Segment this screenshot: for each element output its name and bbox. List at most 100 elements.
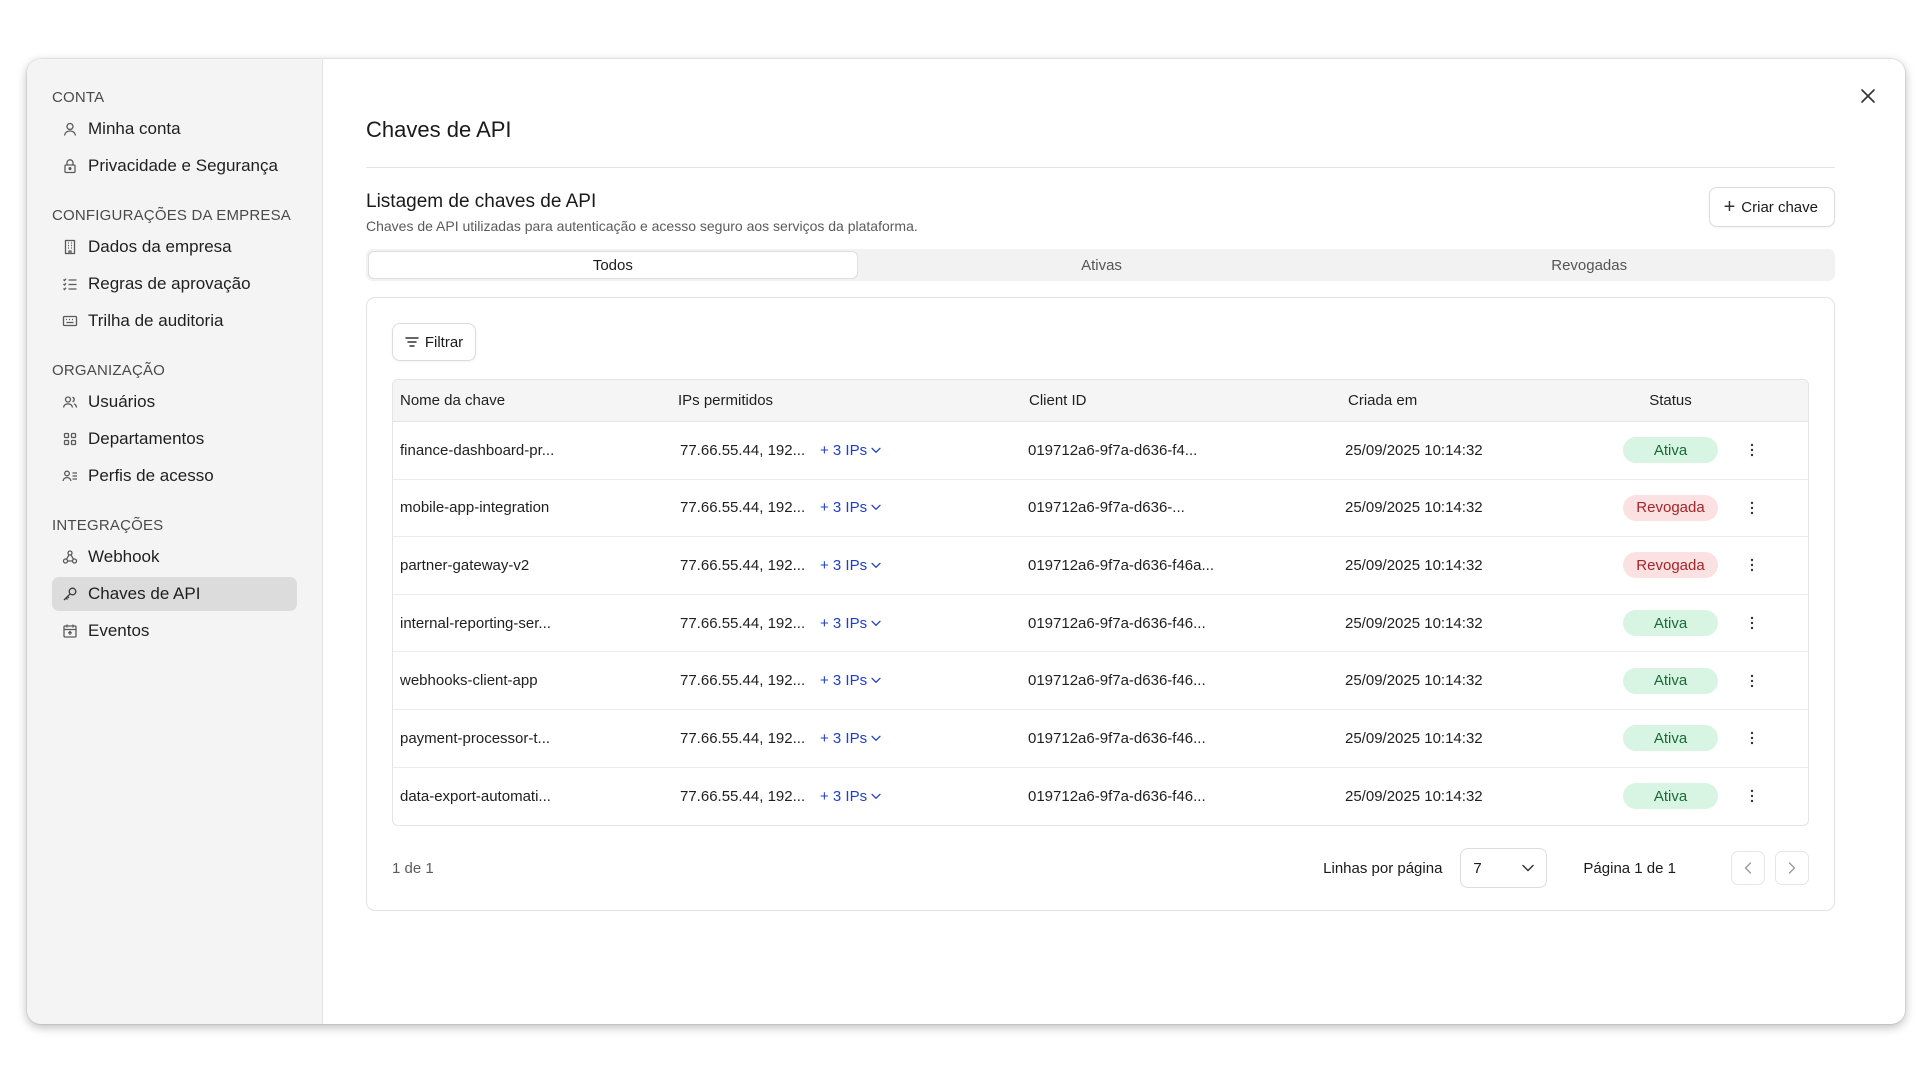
status-badge: Revogada (1623, 552, 1718, 579)
row-actions-button[interactable] (1742, 613, 1762, 633)
tab-revogadas[interactable]: Revogadas (1345, 251, 1833, 279)
close-button[interactable] (1857, 85, 1879, 107)
more-ips-toggle[interactable]: + 3 IPs (820, 730, 881, 747)
chevron-down-icon (871, 620, 881, 626)
table-row[interactable]: internal-reporting-ser... 77.66.55.44, 1… (393, 595, 1808, 653)
sidebar-item-minha-conta[interactable]: Minha conta (52, 112, 297, 146)
sidebar-item-eventos[interactable]: Eventos (52, 614, 297, 648)
title-divider (366, 167, 1835, 168)
client-id-cell: 019712a6-9f7a-d636-f46... (1028, 729, 1206, 747)
status-cell: Ativa (1623, 783, 1718, 810)
previous-page-button[interactable] (1731, 851, 1765, 886)
table-row[interactable]: partner-gateway-v2 77.66.55.44, 192... +… (393, 537, 1808, 595)
table-row[interactable]: mobile-app-integration 77.66.55.44, 192.… (393, 480, 1808, 538)
filter-label: Filtrar (424, 333, 464, 351)
allowed-ips-cell: 77.66.55.44, 192... + 3 IPs (678, 672, 1028, 689)
actions-cell (1718, 786, 1786, 806)
table-row[interactable]: payment-processor-t... 77.66.55.44, 192.… (393, 710, 1808, 768)
list-header: Listagem de chaves de API Chaves de API … (366, 187, 1835, 246)
table-body: finance-dashboard-pr... 77.66.55.44, 192… (393, 422, 1808, 825)
user-icon (62, 121, 78, 137)
key-name-cell: webhooks-client-app (400, 672, 538, 690)
status-cell: Ativa (1623, 725, 1718, 752)
sidebar-section-label: CONTA (52, 89, 105, 106)
status-cell: Ativa (1623, 437, 1718, 464)
plus-icon: + (1723, 196, 1736, 218)
sidebar-section-label: INTEGRAÇÕES (52, 517, 164, 534)
rows-per-page-label: Linhas por página (1323, 859, 1443, 877)
sidebar-item-label: Trilha de auditoria (88, 311, 224, 330)
row-actions-button[interactable] (1742, 440, 1762, 460)
row-actions-button[interactable] (1742, 555, 1762, 575)
rows-per-page-select[interactable]: 7 (1460, 848, 1548, 889)
more-ips-toggle[interactable]: + 3 IPs (820, 442, 881, 459)
next-page-button[interactable] (1775, 851, 1809, 886)
sidebar-section-list: Dados da empresa Regras de aprovação Trilh… (27, 230, 322, 338)
more-ips-toggle[interactable]: + 3 IPs (820, 672, 881, 689)
sidebar-item-perfis-de-acesso[interactable]: Perfis de acesso (52, 459, 297, 493)
actions-cell (1718, 498, 1786, 518)
client-id-cell: 019712a6-9f7a-d636-f4... (1028, 441, 1198, 459)
webhook-icon (62, 549, 78, 565)
more-vertical-icon (1750, 501, 1754, 515)
sidebar-section-list: Webhook Chaves de API Eventos (27, 540, 322, 648)
sidebar-item-privacidade-e-seguran-a[interactable]: Privacidade e Segurança (52, 149, 297, 183)
more-ips-toggle[interactable]: + 3 IPs (820, 615, 881, 632)
building-icon (62, 239, 78, 255)
list-title: Listagem de chaves de API (366, 191, 597, 212)
more-ips-label: + 3 IPs (820, 787, 868, 805)
allowed-ips-cell: 77.66.55.44, 192... + 3 IPs (678, 557, 1028, 574)
sidebar-item-label: Departamentos (88, 429, 205, 448)
sidebar-item-regras-de-aprova-o[interactable]: Regras de aprovação (52, 267, 297, 301)
client-id-cell: 019712a6-9f7a-d636-f46a... (1028, 556, 1214, 574)
row-actions-button[interactable] (1742, 498, 1762, 518)
sidebar-section-list: Usuários Departamentos Perfis de acesso (27, 385, 322, 493)
row-actions-button[interactable] (1742, 786, 1762, 806)
row-actions-button[interactable] (1742, 671, 1762, 691)
main-content: Chaves de API Listagem de chaves de API … (323, 59, 1905, 1024)
pagination: Linhas por página 7 Página 1 de 1 (1323, 848, 1809, 889)
sidebar-item-dados-da-empresa[interactable]: Dados da empresa (52, 230, 297, 264)
checklist-icon (62, 276, 78, 292)
created-at-cell: 25/09/2025 10:14:32 (1345, 499, 1483, 517)
more-ips-toggle[interactable]: + 3 IPs (820, 557, 881, 574)
more-ips-label: + 3 IPs (820, 729, 868, 747)
client-id-cell: 019712a6-9f7a-d636-f46... (1028, 614, 1206, 632)
ip-list-text: 77.66.55.44, 192... (680, 787, 806, 805)
allowed-ips-cell: 77.66.55.44, 192... + 3 IPs (678, 615, 1028, 632)
client-id-cell: 019712a6-9f7a-d636-f46... (1028, 672, 1206, 690)
filter-button[interactable]: Filtrar (392, 323, 476, 361)
sidebar-item-trilha-de-auditoria[interactable]: Trilha de auditoria (52, 304, 297, 338)
sidebar-item-departamentos[interactable]: Departamentos (52, 422, 297, 456)
sidebar-item-label: Perfis de acesso (88, 466, 214, 485)
more-vertical-icon (1750, 790, 1754, 803)
create-key-button[interactable]: + Criar chave (1708, 187, 1835, 227)
table-row[interactable]: finance-dashboard-pr... 77.66.55.44, 192… (393, 422, 1808, 480)
tab-todos[interactable]: Todos (368, 251, 858, 279)
ip-list-text: 77.66.55.44, 192... (680, 672, 806, 690)
list-subtitle: Chaves de API utilizadas para autenticaç… (366, 218, 918, 234)
more-ips-label: + 3 IPs (820, 614, 868, 632)
col-header-created: Criada em (1348, 392, 1418, 409)
tab-ativas[interactable]: Ativas (858, 251, 1346, 279)
sidebar-item-chaves-de-api[interactable]: Chaves de API (52, 577, 297, 611)
allowed-ips-cell: 77.66.55.44, 192... + 3 IPs (678, 442, 1028, 459)
sidebar-item-usu-rios[interactable]: Usuários (52, 385, 297, 419)
table-row[interactable]: data-export-automati... 77.66.55.44, 192… (393, 768, 1808, 826)
status-cell: Ativa (1623, 610, 1718, 637)
chevron-down-icon (871, 447, 881, 453)
more-ips-toggle[interactable]: + 3 IPs (820, 788, 881, 805)
key-name-cell: partner-gateway-v2 (400, 556, 530, 574)
sidebar-item-webhook[interactable]: Webhook (52, 540, 297, 574)
users-icon (62, 394, 78, 410)
sidebar-item-label: Privacidade e Segurança (88, 156, 278, 175)
key-name-cell: internal-reporting-ser... (400, 614, 551, 632)
sidebar-item-label: Minha conta (88, 119, 181, 138)
more-ips-toggle[interactable]: + 3 IPs (820, 499, 881, 516)
status-badge: Revogada (1623, 494, 1718, 521)
table-row[interactable]: webhooks-client-app 77.66.55.44, 192... … (393, 652, 1808, 710)
sidebar-item-label: Usuários (88, 392, 156, 411)
client-id-cell: 019712a6-9f7a-d636-... (1028, 499, 1185, 517)
status-cell: Ativa (1623, 667, 1718, 694)
row-actions-button[interactable] (1742, 728, 1762, 748)
